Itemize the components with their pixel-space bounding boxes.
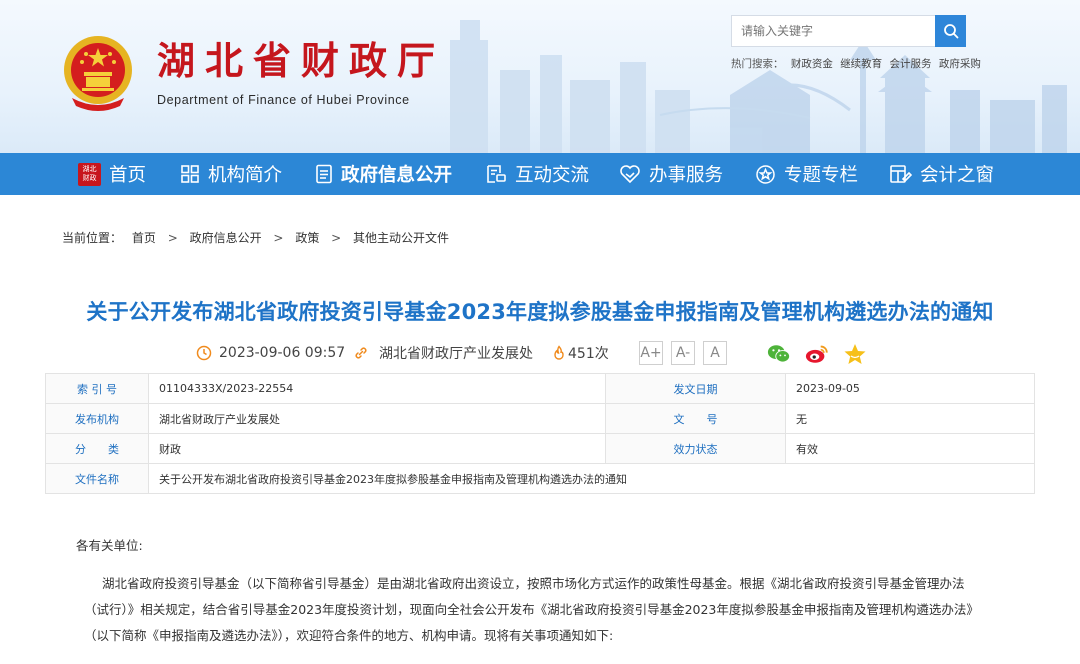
nav-label: 专题专栏 xyxy=(784,165,859,186)
nav-label: 互动交流 xyxy=(515,165,590,186)
main-nav: 湖北 财政 首页 机构简介 政府信息公开 互动交流 办事服务 专题专栏 会计之窗 xyxy=(0,153,1080,195)
view-count-value: 451次 xyxy=(568,346,609,362)
doc-name-value: 关于公开发布湖北省政府投资引导基金2023年度拟参股基金申报指南及管理机构遴选办… xyxy=(148,463,1035,494)
nav-label: 机构简介 xyxy=(208,165,283,186)
heart-hand-icon xyxy=(619,164,641,184)
national-emblem-icon xyxy=(64,36,132,111)
paragraph-line: 湖北省政府投资引导基金（以下简称省引导基金）是由湖北省政府出资设立，按照市场化方… xyxy=(102,576,965,591)
wechat-icon xyxy=(767,345,791,363)
home-icon-text-2: 财政 xyxy=(82,174,97,182)
nav-item-about[interactable]: 机构简介 xyxy=(180,153,282,195)
nav-item-special-topics[interactable]: 专题专栏 xyxy=(755,153,858,195)
doc-no-label: 文 号 xyxy=(605,403,786,434)
hot-search-label: 热门搜索： xyxy=(731,58,784,70)
search-button[interactable] xyxy=(935,15,966,47)
hot-link-finance-funds[interactable]: 财政资金 xyxy=(791,58,833,70)
weibo-icon xyxy=(805,345,828,363)
nav-label: 政府信息公开 xyxy=(341,165,453,186)
breadcrumb-separator: > xyxy=(167,231,178,245)
site-header: 湖北省财政厅 Department of Finance of Hubei Pr… xyxy=(0,0,1080,153)
index-no-value: 01104333X/2023-22554 xyxy=(148,373,606,404)
star-icon xyxy=(844,344,866,364)
status-label: 效力状态 xyxy=(605,433,786,464)
chat-doc-icon xyxy=(485,164,507,184)
search-icon xyxy=(943,24,958,39)
hot-link-government-procurement[interactable]: 政府采购 xyxy=(939,58,981,70)
hot-link-continuing-education[interactable]: 继续教育 xyxy=(840,58,882,70)
document-info-table: 索 引 号 01104333X/2023-22554 发文日期 2023-09-… xyxy=(45,373,1035,494)
issue-date-value: 2023-09-05 xyxy=(785,373,1035,404)
nav-item-services[interactable]: 办事服务 xyxy=(619,153,723,195)
hot-search: 热门搜索： 财政资金 继续教育 会计服务 政府采购 xyxy=(731,56,985,71)
table-row: 分 类 财政 效力状态 有效 xyxy=(45,433,1035,464)
status-value: 有效 xyxy=(785,433,1035,464)
search-bar xyxy=(731,15,966,47)
breadcrumb-separator: > xyxy=(273,231,284,245)
issue-date-label: 发文日期 xyxy=(605,373,786,404)
nav-item-accounting[interactable]: 会计之窗 xyxy=(889,153,994,195)
breadcrumb-separator: > xyxy=(331,231,342,245)
article-meta: 2023-09-06 09:57 湖北省财政厅产业发展处 451次 A+ A- … xyxy=(0,340,1080,366)
nav-label: 办事服务 xyxy=(649,165,724,186)
article-title: 关于公开发布湖北省政府投资引导基金2023年度拟参股基金申报指南及管理机构遴选办… xyxy=(86,300,994,324)
font-increase-button[interactable]: A+ xyxy=(639,341,663,365)
view-count: 451次 xyxy=(553,340,609,366)
publish-time: 2023-09-06 09:57 xyxy=(196,340,345,366)
salutation: 各有关单位: xyxy=(76,538,143,553)
site-title: 湖北省财政厅 xyxy=(157,38,446,83)
nav-item-gov-info[interactable]: 政府信息公开 xyxy=(315,153,452,195)
star-circle-icon xyxy=(755,164,776,185)
breadcrumb-policy[interactable]: 政策 xyxy=(295,231,319,245)
nav-label: 会计之窗 xyxy=(920,165,995,186)
breadcrumb-gov-info[interactable]: 政府信息公开 xyxy=(190,231,262,245)
doc-name-label: 文件名称 xyxy=(45,463,149,494)
home-icon-text-1: 湖北 xyxy=(82,165,97,173)
issuer-label: 发布机构 xyxy=(45,403,149,434)
breadcrumb-other-docs[interactable]: 其他主动公开文件 xyxy=(353,231,449,245)
favorite-button[interactable] xyxy=(843,342,867,366)
document-icon xyxy=(315,164,333,184)
paragraph-line: （试行）》相关规定，结合省引导基金2023年度投资计划，现面向全社会公开发布《湖… xyxy=(84,602,979,617)
wechat-share-button[interactable] xyxy=(767,342,791,366)
nav-item-home[interactable]: 湖北 财政 首页 xyxy=(78,153,146,195)
font-decrease-button[interactable]: A- xyxy=(671,341,695,365)
search-input[interactable] xyxy=(731,15,935,47)
grid-icon xyxy=(180,164,200,184)
window-edit-icon xyxy=(889,164,912,184)
source-name: 湖北省财政厅产业发展处 xyxy=(379,346,533,362)
category-value: 财政 xyxy=(148,433,606,464)
table-row: 索 引 号 01104333X/2023-22554 发文日期 2023-09-… xyxy=(45,373,1035,404)
site-subtitle: Department of Finance of Hubei Province xyxy=(157,93,410,107)
paragraph-line: （以下简称《申报指南及遴选办法》），欢迎符合条件的地方、机构申请。现将有关事项通… xyxy=(84,628,614,643)
issuer-value: 湖北省财政厅产业发展处 xyxy=(148,403,606,434)
font-reset-button[interactable]: A xyxy=(703,341,727,365)
breadcrumb: 当前位置： 首页 > 政府信息公开 > 政策 > 其他主动公开文件 xyxy=(62,229,449,246)
weibo-share-button[interactable] xyxy=(805,342,829,366)
article-source: 湖北省财政厅产业发展处 xyxy=(353,340,533,366)
table-row: 发布机构 湖北省财政厅产业发展处 文 号 无 xyxy=(45,403,1035,434)
hot-link-accounting-service[interactable]: 会计服务 xyxy=(890,58,932,70)
nav-item-interaction[interactable]: 互动交流 xyxy=(485,153,589,195)
publish-datetime: 2023-09-06 09:57 xyxy=(219,345,346,361)
breadcrumb-home[interactable]: 首页 xyxy=(132,231,156,245)
category-label: 分 类 xyxy=(45,433,149,464)
clock-icon xyxy=(196,345,212,361)
nav-label: 首页 xyxy=(109,165,147,186)
doc-no-value: 无 xyxy=(785,403,1035,434)
table-row: 文件名称 关于公开发布湖北省政府投资引导基金2023年度拟参股基金申报指南及管理… xyxy=(45,463,1035,494)
home-icon: 湖北 财政 xyxy=(78,162,101,186)
fire-icon xyxy=(554,345,564,360)
index-no-label: 索 引 号 xyxy=(45,373,149,404)
link-icon xyxy=(355,347,367,359)
breadcrumb-label: 当前位置： xyxy=(62,231,123,245)
